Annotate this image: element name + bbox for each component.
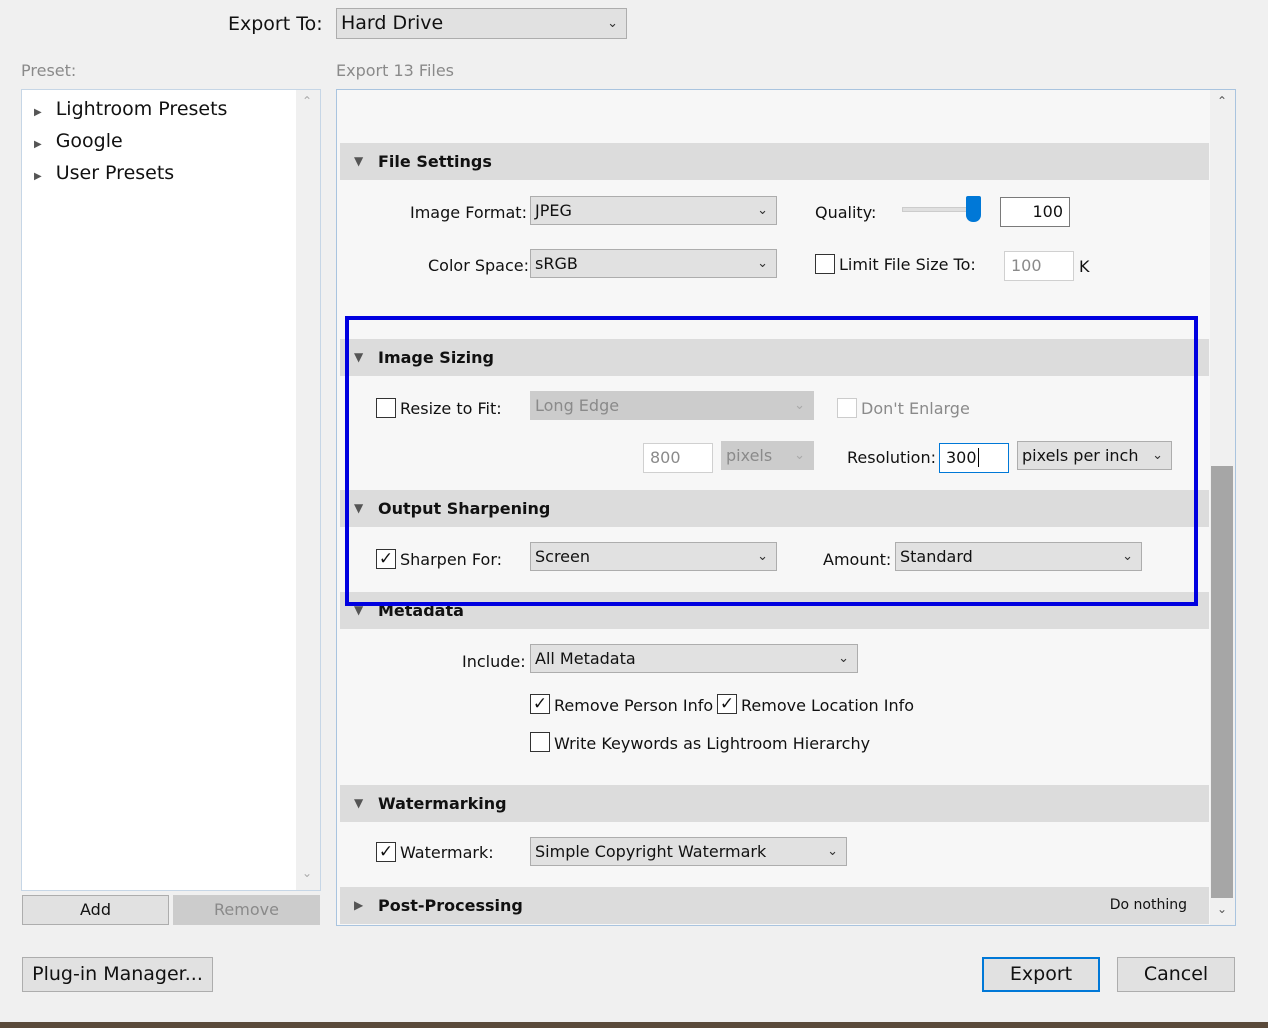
image-format-label: Image Format: bbox=[410, 203, 527, 222]
expand-triangle-icon: ▶ bbox=[354, 898, 364, 912]
expand-triangle-icon: ▶ bbox=[34, 171, 42, 182]
export-to-dropdown[interactable]: Hard Drive ⌄ bbox=[336, 8, 627, 39]
chevron-down-icon: ⌄ bbox=[838, 651, 849, 666]
preset-item-user[interactable]: ▶ User Presets bbox=[34, 162, 174, 184]
export-to-label: Export To: bbox=[228, 13, 323, 35]
scrollbar-thumb[interactable] bbox=[1211, 466, 1233, 898]
limit-file-size-label: Limit File Size To: bbox=[839, 255, 976, 274]
highlight-rectangle bbox=[345, 316, 1198, 606]
section-watermarking[interactable]: ▼ Watermarking bbox=[340, 785, 1209, 822]
color-space-dropdown[interactable]: sRGB ⌄ bbox=[530, 249, 777, 278]
slider-thumb[interactable] bbox=[966, 196, 981, 222]
expand-triangle-icon: ▶ bbox=[34, 107, 42, 118]
chevron-down-icon: ⌄ bbox=[607, 16, 618, 31]
include-label: Include: bbox=[462, 652, 526, 671]
export-count-title: Export 13 Files bbox=[336, 61, 455, 80]
remove-location-checkbox[interactable]: ✓ bbox=[717, 694, 737, 714]
remove-person-checkbox[interactable]: ✓ bbox=[530, 694, 550, 714]
export-button[interactable]: Export bbox=[982, 957, 1100, 992]
section-file-settings[interactable]: ▼ File Settings bbox=[340, 143, 1209, 180]
post-processing-value: Do nothing bbox=[1109, 897, 1187, 913]
expand-triangle-icon: ▶ bbox=[34, 139, 42, 150]
include-dropdown[interactable]: All Metadata ⌄ bbox=[530, 644, 858, 673]
scroll-up-icon[interactable]: ⌃ bbox=[1217, 94, 1227, 108]
preset-label: Preset: bbox=[21, 61, 77, 80]
quality-label: Quality: bbox=[815, 203, 877, 222]
limit-file-size-input[interactable]: 100 bbox=[1004, 251, 1074, 281]
scroll-down-icon[interactable]: ⌄ bbox=[302, 866, 312, 880]
preset-item-google[interactable]: ▶ Google bbox=[34, 130, 123, 152]
scroll-down-icon[interactable]: ⌄ bbox=[1217, 902, 1227, 916]
quality-input[interactable]: 100 bbox=[1000, 197, 1070, 227]
scroll-up-icon[interactable]: ⌃ bbox=[302, 94, 312, 108]
limit-file-size-checkbox[interactable] bbox=[815, 254, 835, 274]
preset-item-lightroom[interactable]: ▶ Lightroom Presets bbox=[34, 98, 227, 120]
preset-list[interactable]: ⌃ ⌄ ▶ Lightroom Presets ▶ Google ▶ User Pre… bbox=[21, 89, 321, 891]
image-format-dropdown[interactable]: JPEG ⌄ bbox=[530, 196, 777, 225]
write-keywords-checkbox[interactable] bbox=[530, 732, 550, 752]
export-to-value: Hard Drive bbox=[341, 12, 444, 34]
write-keywords-label: Write Keywords as Lightroom Hierarchy bbox=[554, 734, 871, 753]
remove-person-label: Remove Person Info bbox=[554, 696, 714, 715]
settings-scrollbar[interactable]: ⌃ ⌄ bbox=[1210, 90, 1235, 925]
chevron-down-icon: ⌄ bbox=[827, 844, 838, 859]
quality-slider[interactable] bbox=[902, 196, 981, 222]
collapse-triangle-icon: ▼ bbox=[354, 796, 364, 810]
add-preset-button[interactable]: Add bbox=[22, 895, 169, 925]
section-post-processing[interactable]: ▶ Post-Processing Do nothing bbox=[340, 887, 1209, 924]
file-size-unit: K bbox=[1079, 257, 1090, 276]
watermark-checkbox[interactable]: ✓ bbox=[376, 842, 396, 862]
collapse-triangle-icon: ▼ bbox=[354, 154, 364, 168]
color-space-label: Color Space: bbox=[428, 256, 530, 275]
watermark-label: Watermark: bbox=[400, 843, 494, 862]
remove-preset-button[interactable]: Remove bbox=[173, 895, 320, 925]
plugin-manager-button[interactable]: Plug-in Manager... bbox=[22, 957, 213, 992]
preset-scrollbar[interactable]: ⌃ ⌄ bbox=[296, 90, 320, 890]
cancel-button[interactable]: Cancel bbox=[1117, 957, 1235, 992]
chevron-down-icon: ⌄ bbox=[757, 256, 768, 271]
remove-location-label: Remove Location Info bbox=[741, 696, 915, 715]
chevron-down-icon: ⌄ bbox=[757, 203, 768, 218]
taskbar-edge bbox=[0, 1022, 1268, 1028]
watermark-dropdown[interactable]: Simple Copyright Watermark ⌄ bbox=[530, 837, 847, 866]
